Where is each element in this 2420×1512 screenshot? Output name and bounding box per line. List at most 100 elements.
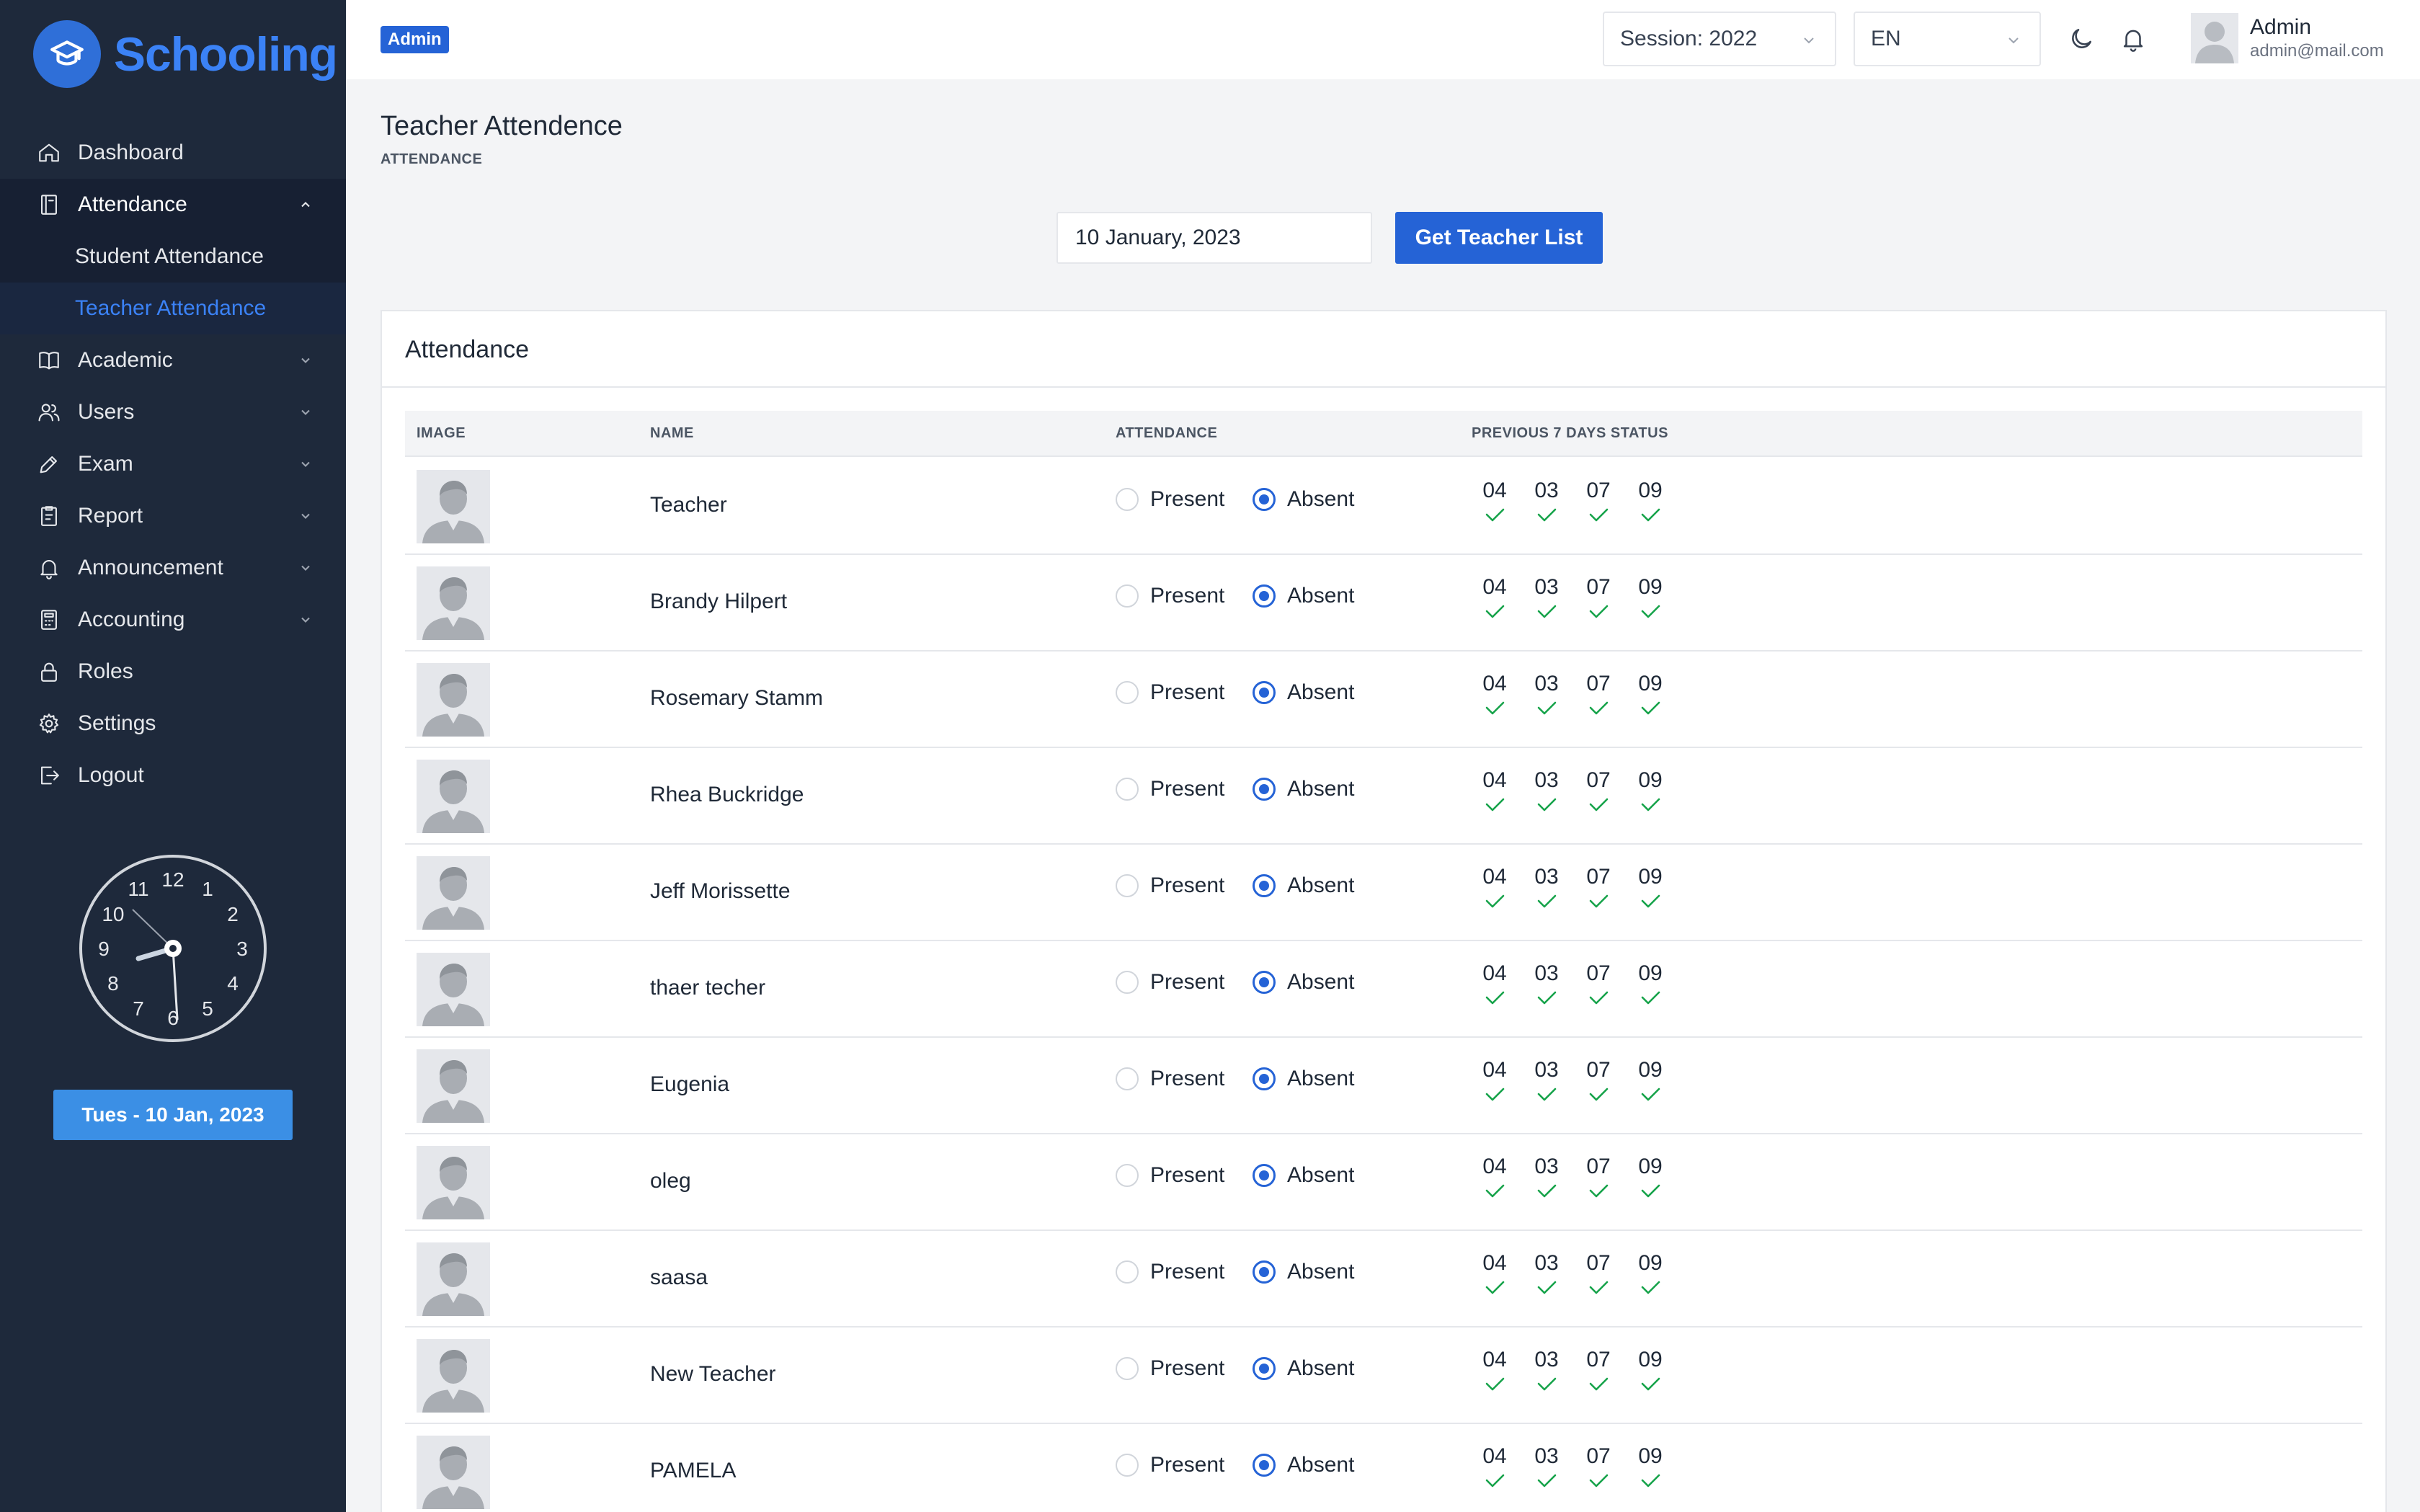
radio-button[interactable] — [1116, 1454, 1139, 1477]
sidebar-item-accounting[interactable]: Accounting — [0, 594, 346, 646]
radio-button[interactable] — [1253, 488, 1276, 511]
present-radio[interactable]: Present — [1116, 777, 1224, 801]
radio-button[interactable] — [1253, 778, 1276, 801]
sidebar-item-settings[interactable]: Settings — [0, 698, 346, 750]
day-status: 04 — [1469, 961, 1521, 1006]
sidebar-subitem-student-attendance[interactable]: Student Attendance — [0, 231, 346, 283]
sidebar-item-academic[interactable]: Academic — [0, 334, 346, 386]
present-label: Present — [1150, 584, 1225, 608]
sidebar-item-users[interactable]: Users — [0, 386, 346, 438]
day-number: 03 — [1534, 479, 1559, 502]
absent-radio[interactable]: Absent — [1253, 873, 1354, 898]
previous-days-status: 04 03 07 09 — [1469, 672, 1676, 716]
clock-number: 8 — [107, 972, 119, 995]
present-radio[interactable]: Present — [1116, 1260, 1224, 1284]
present-radio[interactable]: Present — [1116, 680, 1224, 705]
check-icon — [1589, 1088, 1609, 1101]
day-status: 04 — [1469, 1444, 1521, 1489]
day-number: 04 — [1482, 961, 1507, 985]
sidebar-subitem-teacher-attendance[interactable]: Teacher Attendance — [0, 283, 346, 334]
dark-mode-toggle[interactable] — [2065, 23, 2097, 55]
day-status: 03 — [1521, 575, 1572, 620]
day-status: 09 — [1624, 1348, 1676, 1392]
session-value: Session: 2022 — [1620, 27, 1758, 50]
absent-radio[interactable]: Absent — [1253, 680, 1354, 705]
language-select[interactable]: EN — [1854, 12, 2041, 66]
date-picker-input[interactable]: 10 January, 2023 — [1056, 212, 1372, 264]
radio-button[interactable] — [1253, 1454, 1276, 1477]
absent-radio[interactable]: Absent — [1253, 487, 1354, 512]
check-icon — [1485, 605, 1505, 618]
present-radio[interactable]: Present — [1116, 584, 1224, 608]
absent-radio[interactable]: Absent — [1253, 1453, 1354, 1477]
sidebar-item-report[interactable]: Report — [0, 490, 346, 542]
check-icon — [1485, 1474, 1505, 1487]
check-icon — [1537, 1088, 1557, 1101]
radio-button[interactable] — [1253, 874, 1276, 897]
radio-button[interactable] — [1116, 778, 1139, 801]
absent-radio[interactable]: Absent — [1253, 1356, 1354, 1381]
table-row: Teacher Present Absent 04 03 07 09 — [405, 458, 2362, 555]
day-status: 07 — [1572, 672, 1624, 716]
day-status: 07 — [1572, 479, 1624, 523]
sidebar-item-logout[interactable]: Logout — [0, 750, 346, 801]
absent-radio[interactable]: Absent — [1253, 970, 1354, 995]
radio-button[interactable] — [1253, 971, 1276, 994]
present-radio[interactable]: Present — [1116, 873, 1224, 898]
radio-button[interactable] — [1253, 1164, 1276, 1187]
radio-button[interactable] — [1116, 1164, 1139, 1187]
teacher-name: Brandy Hilpert — [650, 590, 788, 613]
sidebar-item-announcement[interactable]: Announcement — [0, 542, 346, 594]
present-radio[interactable]: Present — [1116, 1356, 1224, 1381]
day-status: 04 — [1469, 1058, 1521, 1103]
radio-button[interactable] — [1116, 681, 1139, 704]
sidebar-item-roles[interactable]: Roles — [0, 646, 346, 698]
check-icon — [1641, 1377, 1660, 1391]
radio-button[interactable] — [1116, 1357, 1139, 1380]
sidebar-item-attendance[interactable]: Attendance — [0, 179, 346, 231]
check-icon — [1589, 1281, 1609, 1294]
present-radio[interactable]: Present — [1116, 1453, 1224, 1477]
radio-button[interactable] — [1253, 584, 1276, 608]
radio-button[interactable] — [1253, 1067, 1276, 1090]
sidebar-item-exam[interactable]: Exam — [0, 438, 346, 490]
day-status: 07 — [1572, 1348, 1624, 1392]
radio-button[interactable] — [1116, 488, 1139, 511]
absent-radio[interactable]: Absent — [1253, 1163, 1354, 1188]
present-radio[interactable]: Present — [1116, 1163, 1224, 1188]
book-icon — [36, 347, 62, 373]
get-teacher-list-button[interactable]: Get Teacher List — [1395, 212, 1603, 264]
absent-radio[interactable]: Absent — [1253, 777, 1354, 801]
absent-radio[interactable]: Absent — [1253, 1260, 1354, 1284]
present-radio[interactable]: Present — [1116, 487, 1224, 512]
radio-button[interactable] — [1116, 874, 1139, 897]
day-status: 04 — [1469, 768, 1521, 813]
teacher-avatar — [417, 760, 490, 833]
top-bar: Admin Session: 2022 EN Admin admin@mail.… — [346, 0, 2420, 79]
radio-button[interactable] — [1253, 1260, 1276, 1284]
present-radio[interactable]: Present — [1116, 970, 1224, 995]
present-label: Present — [1150, 873, 1225, 897]
absent-radio[interactable]: Absent — [1253, 584, 1354, 608]
session-select[interactable]: Session: 2022 — [1603, 12, 1836, 66]
day-status: 09 — [1624, 672, 1676, 716]
present-radio[interactable]: Present — [1116, 1067, 1224, 1091]
radio-button[interactable] — [1253, 681, 1276, 704]
radio-button[interactable] — [1253, 1357, 1276, 1380]
notifications-button[interactable] — [2117, 23, 2149, 55]
clock-number: 4 — [227, 972, 239, 995]
radio-button[interactable] — [1116, 1260, 1139, 1284]
radio-button[interactable] — [1116, 584, 1139, 608]
column-header-attendance: ATTENDANCE — [1116, 425, 1218, 441]
current-date-button[interactable]: Tues - 10 Jan, 2023 — [53, 1090, 293, 1140]
radio-button[interactable] — [1116, 971, 1139, 994]
analog-clock: 12 1234567891011 — [79, 855, 267, 1042]
radio-button[interactable] — [1116, 1067, 1139, 1090]
sidebar-nav: Dashboard Attendance Student Attendance Tea… — [0, 127, 346, 801]
absent-radio[interactable]: Absent — [1253, 1067, 1354, 1091]
sidebar-item-dashboard[interactable]: Dashboard — [0, 127, 346, 179]
user-menu[interactable]: Admin admin@mail.com — [2191, 13, 2384, 63]
logo[interactable]: Schooling — [33, 20, 338, 88]
day-status: 04 — [1469, 1251, 1521, 1296]
sidebar-item-label: Logout — [78, 763, 144, 787]
